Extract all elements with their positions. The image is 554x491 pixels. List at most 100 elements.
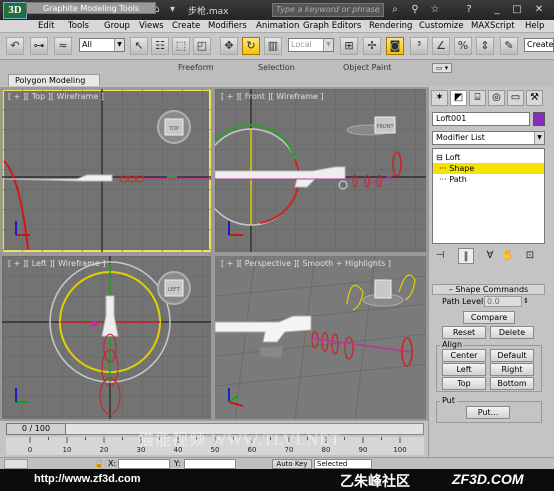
path-level-input[interactable]: 0.0 xyxy=(484,296,522,307)
viewport-front[interactable]: FRONT [ + ][ Front ][ Wireframe ] xyxy=(215,89,426,252)
viewport-top[interactable]: TOP [ + ][ Top ][ Wireframe ] xyxy=(2,89,211,252)
utilities-tab-icon[interactable]: ⚒ xyxy=(526,90,543,106)
modify-tab-icon[interactable]: ◩ xyxy=(450,90,467,106)
named-selection-set-input[interactable]: Create xyxy=(524,38,554,52)
modifier-list-select[interactable]: Modifier List ▼ xyxy=(432,131,545,145)
viewport-left-label[interactable]: [ + ][ Left ][ Wireframe ] xyxy=(8,259,105,268)
ribbon-subtab-polygon-modeling[interactable]: Polygon Modeling xyxy=(8,74,100,86)
app-logo-button[interactable]: 3D xyxy=(3,2,27,19)
spinner-icon[interactable]: ⇕ xyxy=(523,296,530,307)
viewport-front-scene: FRONT xyxy=(215,89,426,252)
menu-graph-editors[interactable]: Graph Editors xyxy=(303,21,361,31)
key-filter-select[interactable]: Selected xyxy=(314,459,372,469)
spinner-snap-icon[interactable]: ⇕ xyxy=(476,37,494,55)
menu-animation[interactable]: Animation xyxy=(256,21,299,31)
reset-button[interactable]: Reset xyxy=(442,326,486,339)
collapse-icon[interactable]: ⊟ xyxy=(436,153,443,162)
search-icon[interactable]: ⌕ xyxy=(388,3,402,17)
edit-named-sel-icon[interactable]: ✎ xyxy=(500,37,518,55)
rectangular-selection-icon[interactable]: ⬚ xyxy=(172,37,190,55)
qa-dropdown-icon[interactable]: ▾ xyxy=(166,3,179,16)
align-top-button[interactable]: Top xyxy=(442,377,486,390)
main-toolbar: ↶ ⊶ ≈ All ▼ ↖ ☷ ⬚ ◰ ✥ ↻ ▥ Local ▼ ⊞ ✢ ◙ … xyxy=(0,33,554,60)
ribbon-options-dropdown[interactable]: ▭ ▾ xyxy=(432,63,452,73)
align-center-button[interactable]: Center xyxy=(442,349,486,362)
delete-button[interactable]: Delete xyxy=(490,326,534,339)
menu-create[interactable]: Create xyxy=(172,21,200,31)
hierarchy-tab-icon[interactable]: ⌸ xyxy=(469,90,486,106)
auto-key-button[interactable]: Auto Key xyxy=(272,459,312,469)
viewport-top-label[interactable]: [ + ][ Top ][ Wireframe ] xyxy=(8,92,104,101)
stack-item-loft[interactable]: ⊟ Loft xyxy=(433,152,460,163)
maximize-icon[interactable]: □ xyxy=(510,3,524,17)
object-name-field[interactable]: Loft001 xyxy=(432,112,530,126)
align-default-button[interactable]: Default xyxy=(490,349,534,362)
ref-coord-select[interactable]: Local ▼ xyxy=(288,38,334,52)
menu-customize[interactable]: Customize xyxy=(419,21,464,31)
menu-group[interactable]: Group xyxy=(104,21,130,31)
select-link-icon[interactable]: ⊶ xyxy=(30,37,48,55)
ribbon-tab-selection[interactable]: Selection xyxy=(258,63,295,75)
align-left-button[interactable]: Left xyxy=(442,363,486,376)
menu-tools[interactable]: Tools xyxy=(68,21,89,31)
lock-icon[interactable]: 🔒 xyxy=(94,459,104,468)
pin-stack-icon[interactable]: ⊣ xyxy=(432,248,448,264)
show-end-result-icon[interactable]: ‖ xyxy=(458,248,474,264)
menu-help[interactable]: Help xyxy=(525,21,544,31)
select-manipulate-icon[interactable]: ✢ xyxy=(363,37,381,55)
y-coord-field[interactable] xyxy=(184,459,236,469)
configure-sets-icon[interactable]: ⊡ xyxy=(522,248,538,264)
remove-modifier-icon[interactable]: ✋ xyxy=(500,248,516,264)
select-object-icon[interactable]: ↖ xyxy=(130,37,148,55)
x-coord-field[interactable] xyxy=(118,459,170,469)
percent-snap-icon[interactable]: % xyxy=(454,37,472,55)
make-unique-icon[interactable]: ∀ xyxy=(482,248,498,264)
menu-maxscript[interactable]: MAXScript xyxy=(471,21,515,31)
menu-modifiers[interactable]: Modifiers xyxy=(208,21,247,31)
put-button[interactable]: Put... xyxy=(466,406,510,419)
selection-filter-select[interactable]: All ▼ xyxy=(79,38,125,52)
stack-item-shape[interactable]: ··· Shape xyxy=(433,163,544,174)
rollout-header[interactable]: – Shape Commands xyxy=(432,284,545,295)
menu-rendering[interactable]: Rendering xyxy=(369,21,412,31)
maxscript-listener-icon[interactable] xyxy=(4,459,28,469)
snaps-toggle-icon[interactable]: ³ xyxy=(410,37,428,55)
minimize-icon[interactable]: _ xyxy=(490,3,504,17)
subscription-icon[interactable]: ⚲ xyxy=(408,3,422,17)
ribbon-tab-object-paint[interactable]: Object Paint xyxy=(343,63,391,75)
menu-views[interactable]: Views xyxy=(139,21,164,31)
time-slider-thumb[interactable]: 0 / 100 xyxy=(6,423,66,435)
viewport-left[interactable]: LEFT [ + ][ Left ][ Wireframe ] xyxy=(2,256,211,419)
viewport-perspective[interactable]: [ + ][ Perspective ][ Smooth + Highlight… xyxy=(215,256,426,419)
help-icon[interactable]: ? xyxy=(462,3,476,17)
select-by-name-icon[interactable]: ☷ xyxy=(151,37,169,55)
viewport-front-label[interactable]: [ + ][ Front ][ Wireframe ] xyxy=(221,92,324,101)
viewport-perspective-label[interactable]: [ + ][ Perspective ][ Smooth + Highlight… xyxy=(221,259,391,268)
menu-edit[interactable]: Edit xyxy=(38,21,54,31)
select-move-icon[interactable]: ✥ xyxy=(220,37,238,55)
align-right-button[interactable]: Right xyxy=(490,363,534,376)
select-scale-icon[interactable]: ▥ xyxy=(264,37,282,55)
footer-url[interactable]: http://www.zf3d.com xyxy=(34,473,141,485)
motion-tab-icon[interactable]: ◎ xyxy=(488,90,505,106)
align-bottom-button[interactable]: Bottom xyxy=(490,377,534,390)
close-icon[interactable]: ✕ xyxy=(532,3,546,17)
communication-center-icon[interactable]: ☆ xyxy=(428,3,442,17)
create-tab-icon[interactable]: ✶ xyxy=(431,90,448,106)
angle-snap-icon[interactable]: ∠ xyxy=(432,37,450,55)
ribbon-tab-freeform[interactable]: Freeform xyxy=(178,63,214,75)
display-tab-icon[interactable]: ▭ xyxy=(507,90,524,106)
compare-button[interactable]: Compare xyxy=(463,311,515,324)
undo-toolbar-icon[interactable]: ↶ xyxy=(6,37,24,55)
window-crossing-icon[interactable]: ◰ xyxy=(193,37,211,55)
select-rotate-icon[interactable]: ↻ xyxy=(242,37,260,55)
keyboard-shortcut-icon[interactable]: ◙ xyxy=(386,37,404,55)
bind-space-warp-icon[interactable]: ≈ xyxy=(54,37,72,55)
object-color-swatch[interactable] xyxy=(533,112,545,126)
search-input[interactable]: Type a keyword or phrase xyxy=(272,3,384,17)
stack-item-label: Loft xyxy=(445,153,461,162)
viewport-top-scene: TOP xyxy=(2,89,211,252)
pivot-center-icon[interactable]: ⊞ xyxy=(340,37,358,55)
stack-item-path[interactable]: ··· Path xyxy=(433,174,467,185)
ribbon-tab-graphite[interactable]: Graphite Modeling Tools xyxy=(26,2,156,14)
